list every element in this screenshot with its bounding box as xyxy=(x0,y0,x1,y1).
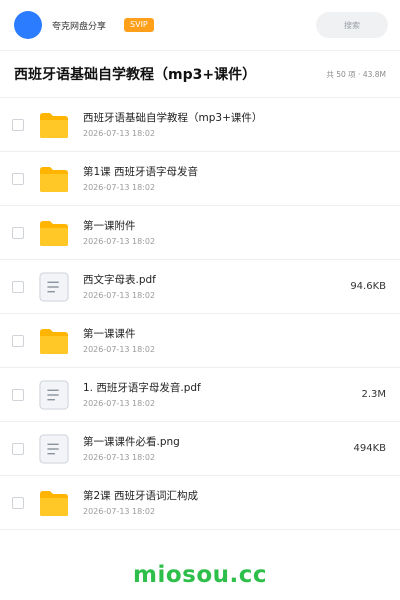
file-row[interactable]: 西文字母表.pdf 2026-07-13 18:02 94.6KB xyxy=(0,260,400,314)
file-info: 第2课 西班牙语词汇构成 2026-07-13 18:02 xyxy=(83,489,386,517)
file-date: 2026-07-13 18:02 xyxy=(83,182,156,192)
select-checkbox[interactable] xyxy=(12,496,24,509)
file-name[interactable]: 1. 西班牙语字母发音.pdf xyxy=(83,381,353,395)
file-row[interactable]: 1. 西班牙语字母发音.pdf 2026-07-13 18:02 2.3M xyxy=(0,368,400,422)
file-date: 2026-07-13 18:02 xyxy=(83,398,156,408)
file-size: 494KB xyxy=(353,443,386,454)
file-info: 西班牙语基础自学教程（mp3+课件） 2026-07-13 18:02 xyxy=(83,111,386,139)
page-title: 西班牙语基础自学教程（mp3+课件） xyxy=(14,67,257,83)
select-checkbox[interactable] xyxy=(12,118,24,131)
file-info: 第一课课件 2026-07-13 18:02 xyxy=(83,327,386,355)
folder-icon xyxy=(39,325,69,357)
file-row[interactable]: 第2课 西班牙语词汇构成 2026-07-13 18:02 xyxy=(0,476,400,530)
file-name[interactable]: 西班牙语基础自学教程（mp3+课件） xyxy=(83,111,386,125)
file-date: 2026-07-13 18:02 xyxy=(83,344,156,354)
file-name[interactable]: 西文字母表.pdf xyxy=(83,273,342,287)
select-checkbox[interactable] xyxy=(12,388,24,401)
select-checkbox[interactable] xyxy=(12,334,24,347)
top-bar: 夸克网盘分享 SVIP 搜索 xyxy=(0,0,400,50)
file-date: 2026-07-13 18:02 xyxy=(83,290,156,300)
file-date: 2026-07-13 18:02 xyxy=(83,452,156,462)
item-count-size: 共 50 项 · 43.8M xyxy=(326,69,386,79)
folder-icon xyxy=(39,163,69,195)
search-placeholder: 搜索 xyxy=(344,20,360,30)
file-date: 2026-07-13 18:02 xyxy=(83,236,156,246)
search-input[interactable]: 搜索 xyxy=(316,12,388,38)
file-info: 第一课课件必看.png 2026-07-13 18:02 xyxy=(83,435,345,463)
file-row[interactable]: 第一课课件 2026-07-13 18:02 xyxy=(0,314,400,368)
file-name[interactable]: 第1课 西班牙语字母发音 xyxy=(83,165,386,179)
avatar[interactable] xyxy=(14,11,42,39)
select-checkbox[interactable] xyxy=(12,442,24,455)
file-info: 1. 西班牙语字母发音.pdf 2026-07-13 18:02 xyxy=(83,381,353,409)
document-icon xyxy=(39,379,69,411)
document-icon xyxy=(39,271,69,303)
file-row[interactable]: 第1课 西班牙语字母发音 2026-07-13 18:02 xyxy=(0,152,400,206)
file-info: 第1课 西班牙语字母发音 2026-07-13 18:02 xyxy=(83,165,386,193)
file-info: 第一课附件 2026-07-13 18:02 xyxy=(83,219,386,247)
file-size: 94.6KB xyxy=(350,281,386,292)
file-info: 西文字母表.pdf 2026-07-13 18:02 xyxy=(83,273,342,301)
file-name[interactable]: 第一课附件 xyxy=(83,219,386,233)
folder-icon xyxy=(39,487,69,519)
file-name[interactable]: 第一课课件必看.png xyxy=(83,435,345,449)
share-name: 夸克网盘分享 xyxy=(52,21,107,32)
file-name[interactable]: 第一课课件 xyxy=(83,327,386,341)
select-checkbox[interactable] xyxy=(12,172,24,185)
file-size: 2.3M xyxy=(361,389,386,400)
file-row[interactable]: 西班牙语基础自学教程（mp3+课件） 2026-07-13 18:02 xyxy=(0,98,400,152)
watermark-text: miosou.cc xyxy=(132,562,268,588)
file-name[interactable]: 第2课 西班牙语词汇构成 xyxy=(83,489,386,503)
file-list: 西班牙语基础自学教程（mp3+课件） 2026-07-13 18:02 第1课 西班… xyxy=(0,98,400,530)
file-row[interactable]: 第一课附件 2026-07-13 18:02 xyxy=(0,206,400,260)
title-bar: 西班牙语基础自学教程（mp3+课件） 共 50 项 · 43.8M xyxy=(0,50,400,98)
select-checkbox[interactable] xyxy=(12,226,24,239)
file-date: 2026-07-13 18:02 xyxy=(83,128,156,138)
select-checkbox[interactable] xyxy=(12,280,24,293)
folder-icon xyxy=(39,217,69,249)
folder-icon xyxy=(39,109,69,141)
document-icon xyxy=(39,433,69,465)
file-row[interactable]: 第一课课件必看.png 2026-07-13 18:02 494KB xyxy=(0,422,400,476)
file-date: 2026-07-13 18:02 xyxy=(83,506,156,516)
svip-badge: SVIP xyxy=(124,18,154,32)
